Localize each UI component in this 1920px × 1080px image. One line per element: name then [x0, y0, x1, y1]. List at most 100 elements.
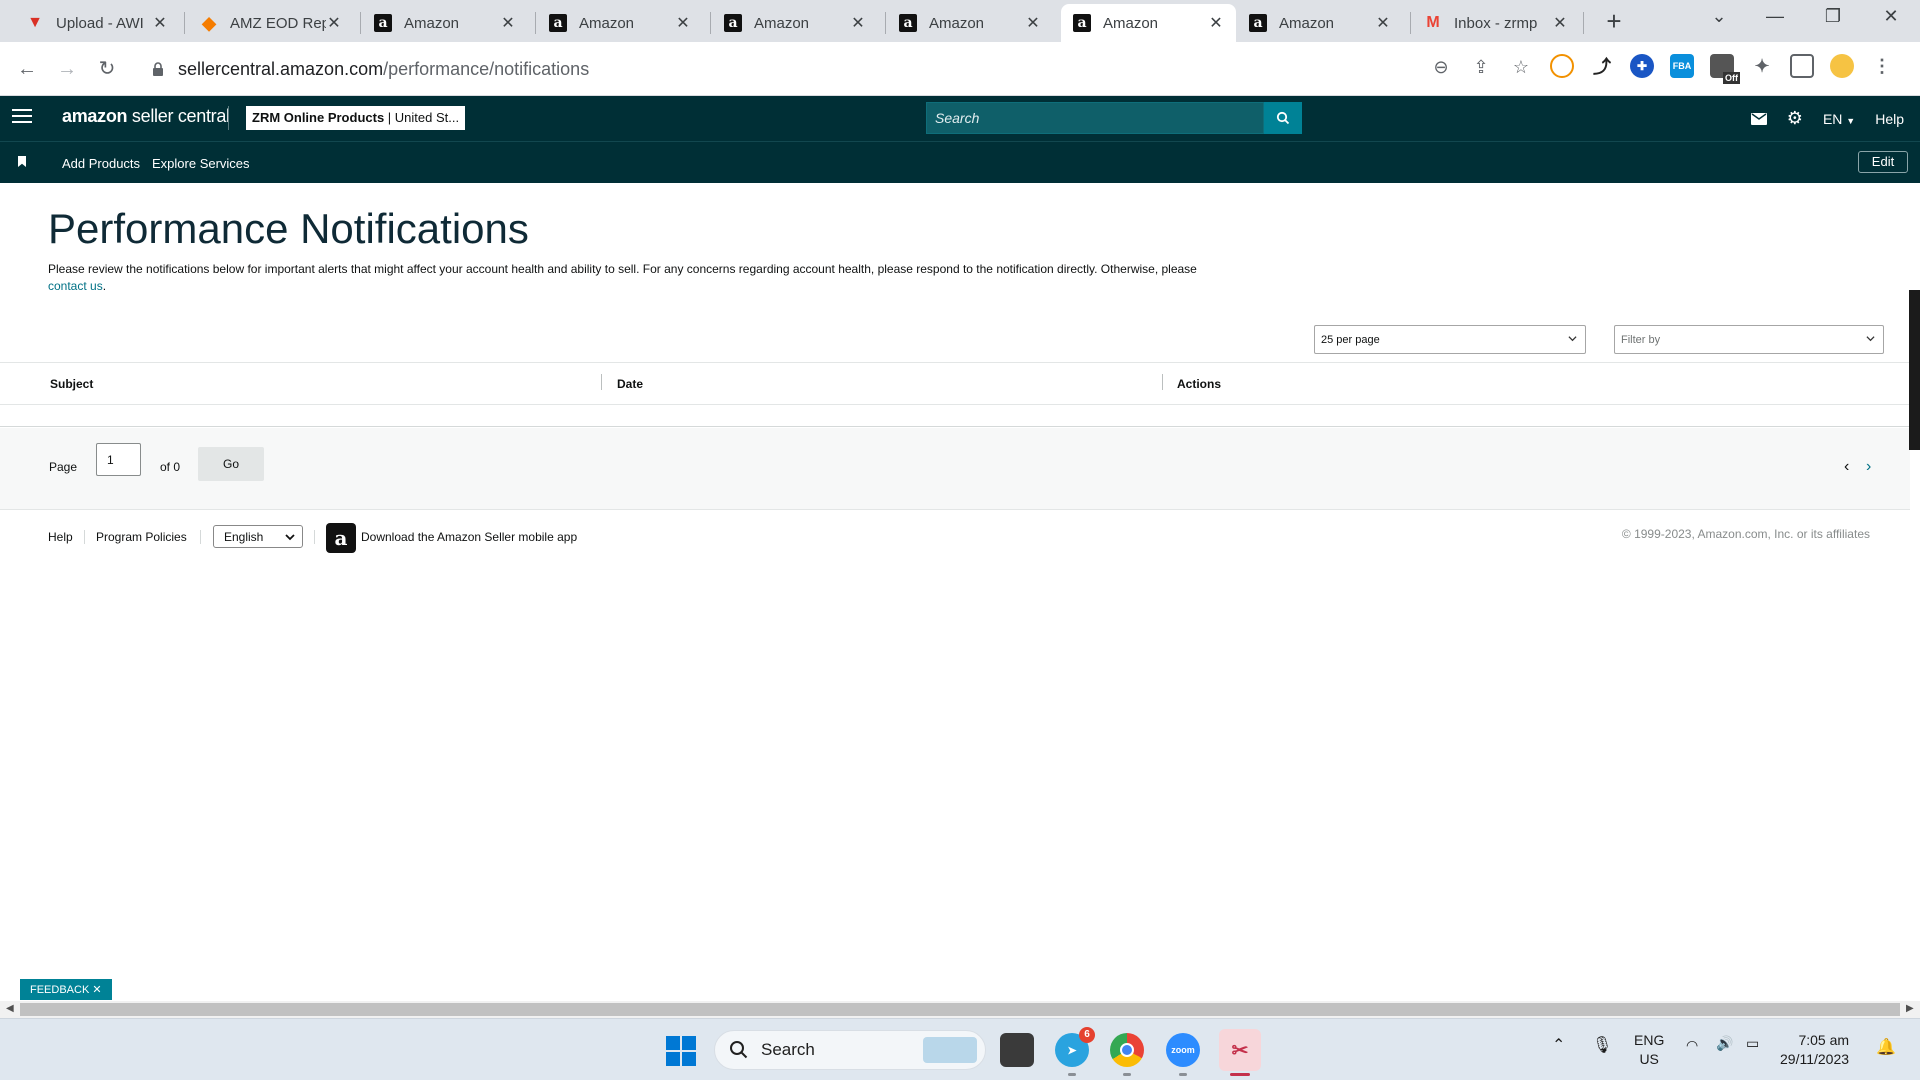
previous-page-icon[interactable]: ‹ — [1844, 458, 1849, 476]
taskbar-file-explorer-icon[interactable] — [1000, 1033, 1034, 1067]
tab-amazon-4[interactable]: a Amazon ✕ — [887, 4, 1053, 42]
back-icon[interactable]: ← — [14, 56, 40, 82]
tab-close-icon[interactable]: ✕ — [850, 13, 866, 33]
volume-icon[interactable]: 🔊 — [1716, 1035, 1733, 1052]
next-page-icon[interactable]: › — [1866, 458, 1871, 476]
browser-menu-icon[interactable]: ⋮ — [1870, 54, 1894, 78]
page-footer: Help Program Policies English a Download… — [0, 510, 1910, 562]
nav-add-products[interactable]: Add Products — [62, 156, 140, 171]
minimize-icon[interactable]: — — [1760, 6, 1790, 27]
taskbar-chrome-icon[interactable] — [1110, 1033, 1144, 1067]
battery-icon[interactable]: ▭ — [1746, 1035, 1759, 1052]
scroll-right-icon[interactable]: ▶ — [1906, 1003, 1914, 1014]
go-button[interactable]: Go — [198, 447, 264, 481]
side-panel-icon[interactable] — [1790, 54, 1814, 78]
scrollbar-thumb[interactable] — [20, 1003, 1900, 1016]
feedback-button[interactable]: FEEDBACK ✕ — [20, 979, 112, 1000]
amazon-app-icon[interactable]: a — [326, 523, 356, 553]
extension-blue-icon[interactable]: ✚ — [1630, 54, 1654, 78]
tab-close-icon[interactable]: ✕ — [675, 13, 691, 33]
system-clock[interactable]: 7:05 am 29/11/2023 — [1780, 1031, 1849, 1069]
windows-start-icon[interactable] — [666, 1036, 696, 1066]
tab-amazon-1[interactable]: a Amazon ✕ — [362, 4, 528, 42]
extension-orange-icon[interactable] — [1550, 54, 1574, 78]
footer-program-policies-link[interactable]: Program Policies — [96, 530, 187, 544]
language-selector[interactable]: EN ▼ — [1823, 111, 1855, 127]
running-indicator — [1123, 1073, 1131, 1076]
chevron-down-icon — [1866, 336, 1875, 342]
settings-gear-icon[interactable]: ⚙ — [1787, 108, 1803, 129]
address-bar[interactable]: sellercentral.amazon.com/performance/not… — [140, 50, 1540, 88]
profile-avatar[interactable] — [1830, 54, 1854, 78]
nav-explore-services[interactable]: Explore Services — [152, 156, 250, 171]
footer-language-select[interactable]: English — [213, 525, 303, 548]
show-hidden-icons[interactable]: ⌃ — [1552, 1035, 1565, 1055]
forward-icon[interactable]: → — [54, 56, 80, 82]
restore-icon[interactable]: ❐ — [1818, 6, 1848, 27]
header-right-actions: ⚙ EN ▼ Help — [1750, 108, 1904, 129]
tab-amazon-2[interactable]: a Amazon ✕ — [537, 4, 703, 42]
tab-divider — [360, 12, 361, 34]
tab-amazon-active[interactable]: a Amazon ✕ — [1061, 4, 1236, 42]
tab-amz-eod[interactable]: ◆ AMZ EOD Rep ✕ — [188, 4, 354, 42]
horizontal-scrollbar[interactable]: ◀ ▶ — [0, 1001, 1920, 1018]
amazon-favicon-icon: a — [549, 14, 567, 32]
tab-close-icon[interactable]: ✕ — [1025, 13, 1041, 33]
tab-amazon-3[interactable]: a Amazon ✕ — [712, 4, 878, 42]
tab-amazon-6[interactable]: a Amazon ✕ — [1237, 4, 1403, 42]
extension-off-icon[interactable]: Off — [1710, 54, 1740, 84]
search-input[interactable] — [927, 103, 1263, 133]
footer-app-download-link[interactable]: Download the Amazon Seller mobile app — [361, 530, 577, 544]
filter-placeholder: Filter by — [1621, 334, 1661, 346]
tab-divider — [535, 12, 536, 34]
extensions-puzzle-icon[interactable]: ✦ — [1750, 54, 1774, 78]
input-language[interactable]: ENG US — [1634, 1031, 1664, 1069]
tab-divider — [1410, 12, 1411, 34]
extension-fba-icon[interactable]: FBA — [1670, 54, 1694, 78]
scroll-left-icon[interactable]: ◀ — [6, 1003, 14, 1014]
new-tab-button[interactable]: + — [1600, 8, 1628, 36]
feedback-close-icon[interactable]: ✕ — [92, 984, 101, 996]
taskbar-zoom-icon[interactable]: zoom — [1166, 1033, 1200, 1067]
browser-toolbar: ← → ↻ sellercentral.amazon.com/performan… — [0, 42, 1920, 96]
side-extension-panel[interactable] — [1909, 290, 1920, 450]
column-header-subject[interactable]: Subject — [50, 377, 93, 391]
seller-central-logo[interactable]: amazon seller central — [62, 106, 230, 127]
tab-close-icon[interactable]: ✕ — [152, 13, 168, 33]
search-button[interactable] — [1264, 102, 1302, 134]
tab-search-icon[interactable]: ⌄ — [1704, 6, 1734, 27]
reload-icon[interactable]: ↻ — [94, 56, 120, 82]
menu-hamburger-icon[interactable] — [12, 109, 32, 127]
account-switcher[interactable]: ZRM Online Products | United St... — [246, 106, 466, 130]
bookmark-star-icon[interactable]: ☆ — [1510, 56, 1532, 78]
taskbar-telegram-icon[interactable]: ➤ 6 — [1055, 1027, 1095, 1067]
taskbar-search[interactable]: Search — [714, 1030, 986, 1070]
filter-by-select[interactable]: Filter by — [1614, 325, 1884, 354]
taskbar-snipping-tool-icon[interactable]: ✂ — [1219, 1029, 1261, 1071]
tab-close-icon[interactable]: ✕ — [500, 13, 516, 33]
tab-title: Amazon — [1279, 14, 1335, 32]
zoom-out-icon[interactable]: ⊖ — [1430, 56, 1452, 78]
tab-close-icon[interactable]: ✕ — [1208, 13, 1224, 33]
column-header-date[interactable]: Date — [617, 377, 643, 391]
seller-central-header: amazon seller central ZRM Online Product… — [0, 96, 1920, 141]
extension-arrow-icon[interactable]: ⤴ — [1590, 54, 1614, 78]
tab-upload-awi[interactable]: ▼ Upload - AWI ✕ — [14, 4, 180, 42]
window-close-icon[interactable]: ✕ — [1876, 6, 1906, 27]
tab-gmail-inbox[interactable]: M Inbox - zrmp ✕ — [1412, 4, 1580, 42]
contact-us-link[interactable]: contact us — [48, 279, 103, 293]
wifi-icon[interactable]: ◠ — [1686, 1037, 1698, 1054]
tab-close-icon[interactable]: ✕ — [1552, 13, 1568, 33]
microphone-icon[interactable]: 🎙 — [1592, 1035, 1612, 1055]
tab-close-icon[interactable]: ✕ — [326, 13, 342, 33]
page-number-input[interactable] — [96, 443, 141, 476]
notification-bell-icon[interactable]: 🔔 — [1876, 1037, 1896, 1057]
per-page-select[interactable]: 25 per page — [1314, 325, 1586, 354]
edit-button[interactable]: Edit — [1858, 151, 1908, 173]
tab-close-icon[interactable]: ✕ — [1375, 13, 1391, 33]
share-icon[interactable]: ⇪ — [1470, 56, 1492, 78]
footer-help-link[interactable]: Help — [48, 530, 73, 544]
bookmark-icon[interactable] — [18, 156, 26, 167]
mail-icon[interactable] — [1750, 112, 1767, 125]
help-link[interactable]: Help — [1875, 111, 1904, 127]
